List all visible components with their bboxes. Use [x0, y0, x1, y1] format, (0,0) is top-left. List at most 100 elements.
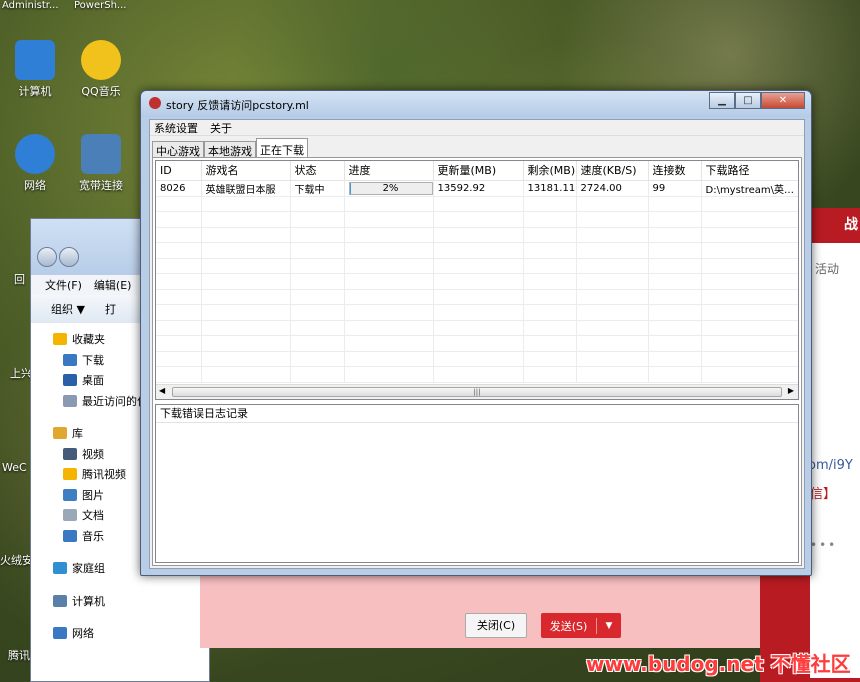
error-log-panel: 下载错误日志记录: [155, 404, 799, 563]
sidebar-item-label: 家庭组: [72, 562, 105, 576]
network-icon: [15, 134, 55, 174]
more-icon[interactable]: •••: [810, 538, 837, 552]
tab-downloading[interactable]: 正在下载: [256, 138, 308, 158]
sidebar-item[interactable]: 网络: [31, 623, 209, 644]
cell-path: D:\mystream\英雄...: [701, 180, 798, 197]
sidebar-item[interactable]: 计算机: [31, 591, 209, 612]
empty-cell: [433, 351, 524, 367]
empty-cell: [433, 320, 524, 336]
desktop-icon-broadband[interactable]: 宽带连接: [66, 134, 136, 193]
empty-cell: [344, 351, 434, 367]
empty-cell: [433, 304, 524, 321]
sidebar-item-label: 音乐: [82, 529, 104, 543]
window-close-button[interactable]: ✕: [761, 92, 805, 109]
desktop-edge-label[interactable]: 火绒安: [0, 555, 33, 566]
chevron-down-icon[interactable]: ▼: [597, 621, 621, 631]
empty-cell: [201, 258, 291, 274]
empty-cell: [576, 242, 649, 259]
tab-local-games[interactable]: 本地游戏: [204, 141, 256, 158]
empty-cell: [290, 258, 345, 274]
column-header[interactable]: 连接数: [648, 161, 702, 181]
desktop-icon-computer[interactable]: 计算机: [0, 40, 70, 99]
sidebar-item-label: 文档: [82, 509, 104, 523]
empty-cell: [701, 304, 798, 321]
scroll-thumb[interactable]: |||: [172, 387, 782, 397]
empty-cell: [576, 304, 649, 321]
table-row[interactable]: 8026 英雄联盟日本服 下载中 2% 13592.92 13181.11 2724.00 9…: [156, 180, 798, 197]
sidebar-item-label: 下载: [82, 353, 104, 367]
empty-cell: [648, 242, 702, 259]
empty-cell: [344, 289, 434, 305]
empty-cell: [344, 320, 434, 336]
empty-cell: [648, 273, 702, 290]
horizontal-scrollbar[interactable]: ◀ ||| ▶: [156, 384, 798, 399]
explorer-menu-file[interactable]: 文件(F): [45, 277, 82, 293]
scroll-right-icon[interactable]: ▶: [788, 386, 794, 395]
broadband-icon: [81, 134, 121, 174]
empty-cell: [156, 351, 202, 367]
tab-center-games[interactable]: 中心游戏: [152, 141, 204, 158]
open-button[interactable]: 打: [105, 301, 116, 317]
empty-cell: [701, 227, 798, 243]
empty-row: [156, 273, 798, 290]
desktop-icon-network[interactable]: 网络: [0, 134, 70, 193]
empty-cell: [344, 304, 434, 321]
empty-cell: [576, 335, 649, 352]
empty-row: [156, 335, 798, 352]
desktop-icon-qqmusic[interactable]: QQ音乐: [66, 40, 136, 99]
empty-cell: [523, 242, 577, 259]
sidebar-item-label: 网络: [72, 627, 94, 641]
column-header[interactable]: 状态: [290, 161, 345, 181]
empty-cell: [648, 196, 702, 212]
desktop-top-label-1[interactable]: Administr...: [2, 0, 59, 11]
scroll-left-icon[interactable]: ◀: [159, 386, 165, 395]
menu-bar: 系统设置 关于: [150, 120, 804, 136]
folder-icon: [53, 333, 67, 346]
send-button[interactable]: 发送(S) ▼: [541, 613, 621, 638]
maximize-button[interactable]: □: [735, 92, 761, 109]
menu-about[interactable]: 关于: [210, 120, 232, 136]
menu-system-settings[interactable]: 系统设置: [154, 120, 198, 136]
sidebar-item-label: 计算机: [72, 594, 105, 608]
desktop-edge-label[interactable]: 上兴: [10, 368, 32, 379]
desktop-top-label-2[interactable]: PowerSh...: [74, 0, 126, 11]
empty-cell: [523, 289, 577, 305]
minimize-button[interactable]: ▁: [709, 92, 735, 109]
empty-cell: [290, 196, 345, 212]
explorer-menu-edit[interactable]: 编辑(E): [94, 277, 132, 293]
organize-button[interactable]: 组织 ▼: [51, 301, 85, 317]
cell-remaining: 13181.11: [523, 180, 577, 197]
desktop-edge-label[interactable]: WeC: [2, 462, 27, 473]
empty-row: [156, 258, 798, 274]
empty-cell: [290, 211, 345, 228]
empty-cell: [344, 273, 434, 290]
desktop-edge-label[interactable]: 腾讯: [8, 650, 30, 661]
desktop-edge-label[interactable]: 回: [14, 274, 25, 285]
empty-cell: [156, 211, 202, 228]
column-header[interactable]: 速度(KB/S): [576, 161, 649, 181]
window-controls: ▁ □ ✕: [709, 92, 805, 109]
column-header[interactable]: ID: [156, 161, 202, 181]
column-header[interactable]: 进度: [344, 161, 434, 181]
empty-cell: [701, 196, 798, 212]
empty-cell: [201, 335, 291, 352]
empty-cell: [156, 366, 202, 383]
empty-cell: [701, 273, 798, 290]
column-header[interactable]: 更新量(MB): [433, 161, 524, 181]
cell-connections: 99: [648, 180, 702, 197]
sidebar-item-label: 桌面: [82, 374, 104, 388]
back-icon[interactable]: [37, 247, 57, 267]
forward-icon[interactable]: [59, 247, 79, 267]
page-link-fragment[interactable]: om/i9Y: [808, 458, 853, 473]
page-nav-fragment[interactable]: 活动: [815, 260, 839, 277]
column-header[interactable]: 下载路径: [701, 161, 798, 181]
title-bar[interactable]: story 反馈请访问pcstory.ml ▁ □ ✕: [141, 91, 811, 117]
column-header[interactable]: 剩余(MB): [523, 161, 577, 181]
download-list: ID 游戏名 状态 进度 更新量(MB) 剩余(MB) 速度(KB/S) 连接数 下载路径 80…: [155, 160, 799, 400]
empty-cell: [290, 227, 345, 243]
tab-panel: ID 游戏名 状态 进度 更新量(MB) 剩余(MB) 速度(KB/S) 连接数 下载路径 80…: [152, 157, 802, 566]
empty-cell: [201, 289, 291, 305]
column-header[interactable]: 游戏名: [201, 161, 291, 181]
empty-cell: [290, 320, 345, 336]
close-button[interactable]: 关闭(C): [465, 613, 527, 638]
